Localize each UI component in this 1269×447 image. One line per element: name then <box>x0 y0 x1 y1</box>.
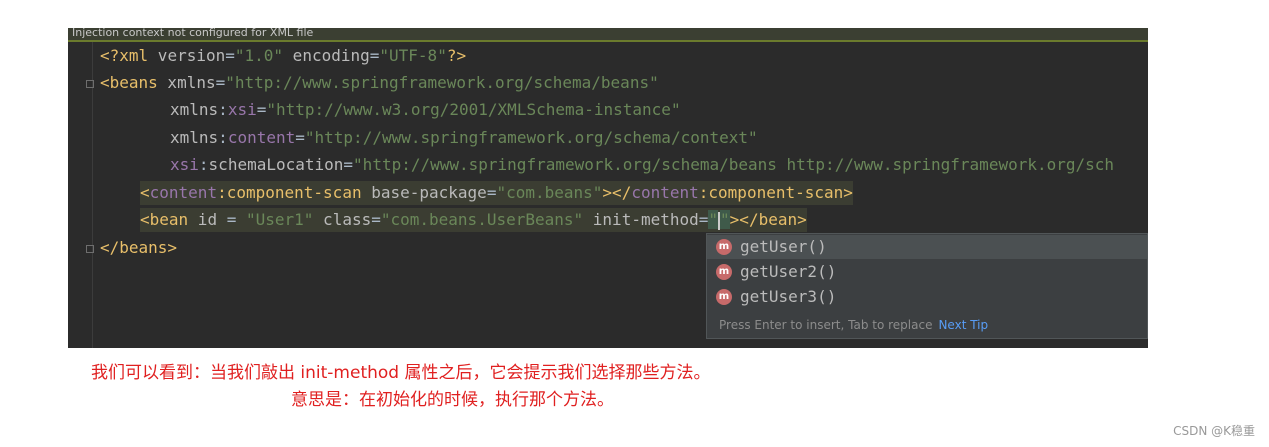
attr-schema-location: schemaLocation <box>208 155 344 174</box>
completion-label: getUser3() <box>740 287 837 306</box>
code-line-8[interactable]: </beans> <box>100 236 177 260</box>
lt: < <box>140 183 150 202</box>
value-id: "User1" <box>245 210 314 229</box>
eq: = <box>217 210 246 229</box>
ns-content: content <box>227 128 296 147</box>
eq: = <box>215 73 226 92</box>
value-context: "http://www.springframework.org/schema/c… <box>304 128 758 147</box>
tag-component-scan: component-scan <box>226 183 362 202</box>
code-line-7[interactable]: <bean id = "User1" class="com.beans.User… <box>140 208 807 232</box>
hint-text: Press Enter to insert, Tab to replace <box>719 318 933 332</box>
colon: : <box>218 100 228 119</box>
value-encoding: "UTF-8" <box>379 46 447 65</box>
completion-item[interactable]: m getUser2() <box>707 260 1147 284</box>
method-icon: m <box>716 289 732 305</box>
quote-close: " <box>720 210 730 229</box>
watermark: CSDN @K稳重 <box>1173 424 1255 438</box>
code-line-1[interactable]: <?xml version="1.0" encoding="UTF-8"?> <box>100 44 466 68</box>
value-base-package: "com.beans" <box>496 183 603 202</box>
code-line-5[interactable]: xsi:schemaLocation="http://www.springfra… <box>170 153 1114 177</box>
completion-label: getUser2() <box>740 262 837 281</box>
completion-label: getUser() <box>740 237 827 256</box>
eq: = <box>369 46 380 65</box>
colon: : <box>698 183 709 202</box>
attr-init-method: init-method <box>583 210 699 229</box>
completion-item[interactable]: m getUser() <box>707 235 1147 259</box>
value-version: "1.0" <box>234 46 284 65</box>
eq: = <box>486 183 497 202</box>
value-xsi: "http://www.w3.org/2001/XMLSchema-instan… <box>266 100 681 119</box>
ns-content: content <box>631 183 699 202</box>
attr-encoding: encoding <box>283 46 370 65</box>
attr-class: class <box>313 210 372 229</box>
eq: = <box>371 210 381 229</box>
ns-xsi: xsi <box>170 155 199 174</box>
colon: : <box>218 128 228 147</box>
quote-open: " <box>708 210 719 229</box>
colon: : <box>217 183 227 202</box>
ns-xsi: xsi <box>227 100 257 119</box>
next-tip-link[interactable]: Next Tip <box>938 318 988 332</box>
method-icon: m <box>716 264 732 280</box>
pi-close: ?> <box>446 46 467 65</box>
eq: = <box>698 210 709 229</box>
value-xmlns: "http://www.springframework.org/schema/b… <box>225 73 659 92</box>
tag-component-scan: component-scan <box>708 183 844 202</box>
eq: = <box>295 128 305 147</box>
attr-xmlns: xmlns <box>170 128 219 147</box>
injection-banner: Injection context not configured for XML… <box>68 28 1148 42</box>
caption-line-2: 意思是：在初始化的时候，执行那个方法。 <box>291 390 614 410</box>
colon: : <box>198 155 209 174</box>
caption-line-1: 我们可以看到：当我们敲出 init-method 属性之后，它会提示我们选择那些… <box>91 363 711 383</box>
code-line-2[interactable]: <beans xmlns="http://www.springframework… <box>100 71 659 95</box>
attr-xmlns: xmlns <box>170 100 219 119</box>
pi-name: xml <box>119 46 149 65</box>
eq: = <box>256 100 267 119</box>
method-icon: m <box>716 239 732 255</box>
completion-item[interactable]: m getUser3() <box>707 285 1147 309</box>
value-schema-location: "http://www.springframework.org/schema/b… <box>353 155 1115 174</box>
attr-version: version <box>148 46 226 65</box>
code-line-3[interactable]: xmlns:xsi="http://www.w3.org/2001/XMLSch… <box>170 98 681 122</box>
attr-xmlns: xmlns <box>157 73 216 92</box>
attr-id: id <box>188 210 218 229</box>
fold-marker-icon[interactable] <box>86 80 94 88</box>
tag-bean-close: ></bean> <box>729 210 807 229</box>
tag-beans-close: </beans> <box>100 238 178 257</box>
ns-content: content <box>149 183 218 202</box>
tag-close-open: ></ <box>602 183 632 202</box>
completion-hint: Press Enter to insert, Tab to replace Nex… <box>719 318 988 332</box>
value-class: "com.beans.UserBeans" <box>380 210 584 229</box>
attr-base-package: base-package <box>361 183 487 202</box>
code-line-4[interactable]: xmlns:content="http://www.springframewor… <box>170 126 758 150</box>
tag-beans-open: <beans <box>100 73 158 92</box>
pi-open: <? <box>100 46 120 65</box>
eq: = <box>343 155 354 174</box>
completion-popup[interactable]: m getUser() m getUser2() m getUser3() Pr… <box>706 233 1148 339</box>
gt: > <box>843 183 853 202</box>
code-line-6[interactable]: <content:component-scan base-package="co… <box>140 181 853 205</box>
fold-marker-icon[interactable] <box>86 245 94 253</box>
tag-bean-open: <bean <box>140 210 189 229</box>
eq: = <box>225 46 235 65</box>
